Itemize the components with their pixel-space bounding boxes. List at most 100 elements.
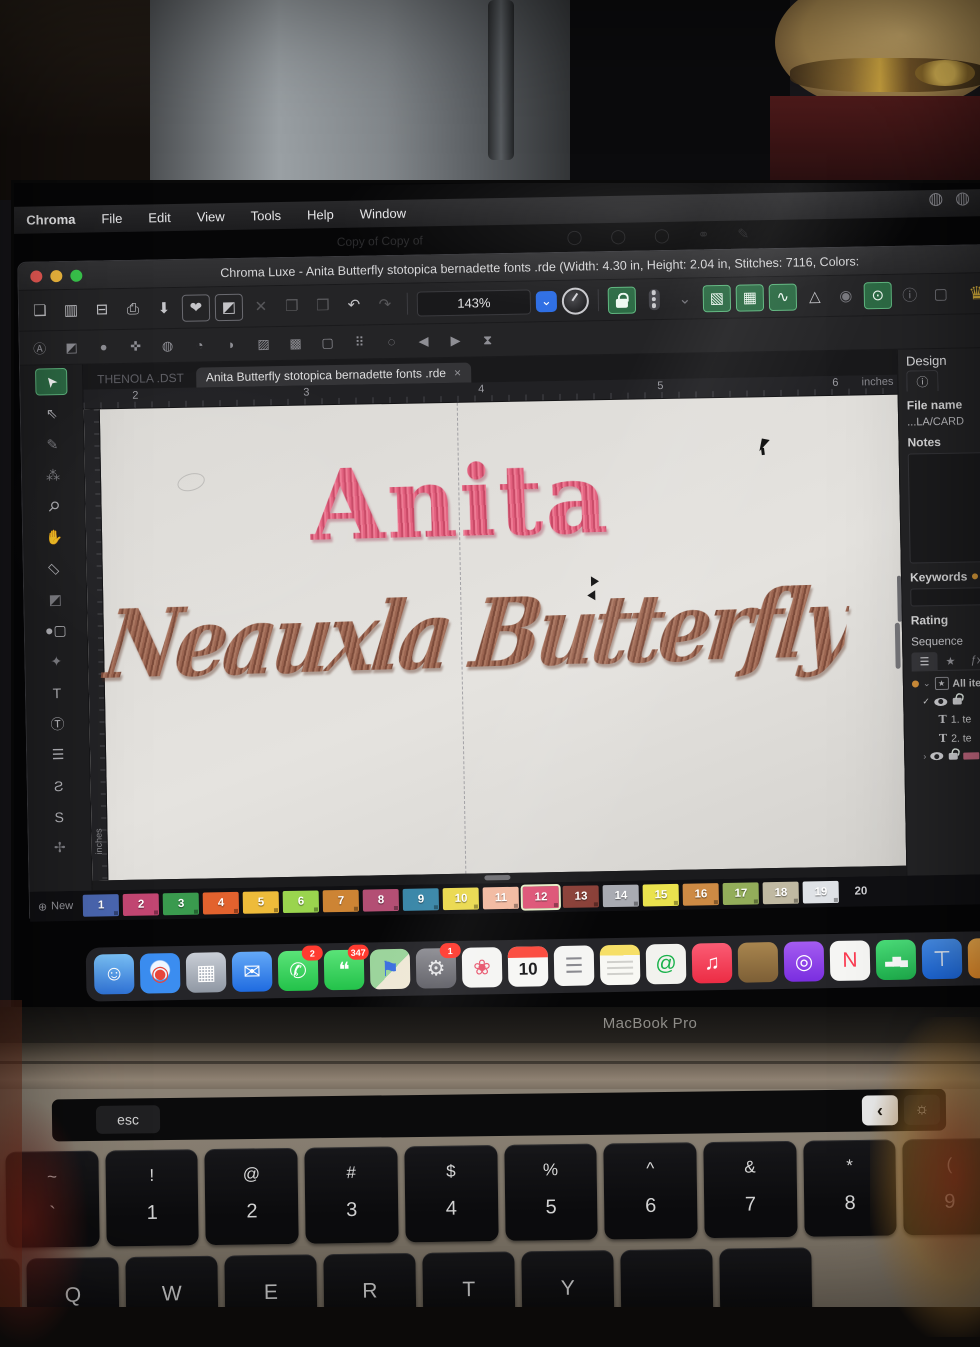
reminders-icon[interactable]: ☰ [553,945,595,987]
move-tool-icon[interactable]: ✢ [45,835,75,861]
palette-swatch[interactable]: 9 [402,888,440,911]
embroidery-text-neauxla-butterfly[interactable]: Neauxla Butterfly [98,566,854,700]
photos-icon[interactable]: ❀ [461,947,503,988]
chevron-down-icon[interactable]: ⌄ [923,678,931,689]
app-menu-chroma[interactable]: Chroma [26,212,75,228]
launchpad-icon[interactable]: ▦ [185,952,227,993]
palette-swatch[interactable]: 13 [562,885,600,908]
calendar-icon[interactable]: 10 [507,946,549,987]
image-tool-icon[interactable]: ◩ [40,587,70,613]
palette-swatch[interactable]: 7 [322,889,360,913]
zoom-level-field[interactable]: 143% [416,288,532,317]
horizontal-scrollbar-thumb[interactable] [484,874,511,881]
view-grid-icon[interactable]: ▦ [735,283,765,312]
satin-stitch-icon[interactable]: S [44,804,74,830]
monogram-letter-icon[interactable]: Ⓐ [27,335,51,360]
compress-icon[interactable]: ⧗ [475,327,499,352]
notes-field[interactable] [907,452,980,564]
menu-item[interactable]: View [197,209,225,225]
palette-swatch[interactable]: 17 [722,882,760,906]
undo-icon[interactable]: ↶ [341,292,367,317]
design-info-icon[interactable]: ⓘ [897,282,923,307]
visibility-eye-icon[interactable] [930,751,944,761]
open-folder-icon[interactable]: ▥ [58,297,84,322]
settings-icon[interactable]: ⚙ 1 [415,942,461,989]
ring-fill-icon[interactable]: ◍ [155,333,179,358]
sequence-fx-tab[interactable]: ƒx [963,651,980,669]
sequence-list-tab[interactable]: ☰ [911,652,938,671]
monogram-tool-icon[interactable]: Ⓣ [42,711,72,737]
step-forward-icon[interactable]: ▶ [443,328,467,353]
palette-swatch[interactable]: 14 [602,884,640,908]
fill-hatch-icon[interactable]: ▨ [251,331,275,356]
delete-icon[interactable]: ✕ [248,294,274,319]
text-tool-icon[interactable]: T [42,680,72,706]
embroidery-text-anita[interactable]: Anita [308,441,611,563]
safari-icon[interactable]: ◉ [139,952,181,994]
step-back-icon[interactable]: ◀ [411,328,435,353]
new-color-button[interactable]: ⊕ New [38,899,73,913]
facetime-icon[interactable]: ✆ 2 [277,945,323,992]
vertical-scrollbar-thumb[interactable] [894,622,901,669]
palette-swatch[interactable]: 18 [762,881,800,905]
view-outline-icon[interactable]: △ [802,283,828,308]
zoom-window-button[interactable] [70,269,83,282]
sequence-text-item[interactable]: T 1. te [912,712,980,727]
sequence-group-row[interactable]: › [913,750,980,762]
paste-icon[interactable]: ❒ [310,293,336,318]
panel-scrollbar-thumb[interactable] [896,575,902,622]
fill-half-icon[interactable]: ◗ [219,332,243,357]
multi-select-tool-icon[interactable]: ⁂ [38,463,68,489]
visibility-eye-icon[interactable] [933,697,947,706]
fill-crosshatch-icon[interactable]: ▩ [283,331,307,356]
photo-icon[interactable]: ◩ [59,335,83,360]
save-icon[interactable]: ⊟ [89,297,115,322]
pattern-dotted-circle-icon[interactable]: ◌ [379,329,403,354]
close-window-button[interactable] [30,269,43,283]
maps-icon[interactable]: ⚑ [369,948,411,990]
status-spiral-icon[interactable]: ◍ [928,189,943,209]
draw-tool-icon[interactable]: ✎ [37,432,67,458]
palette-swatch[interactable]: 6 [282,890,320,914]
print-icon[interactable]: ⎙ [120,296,146,321]
document-tab[interactable]: THENOLA .DST [87,368,194,390]
menu-item[interactable]: Edit [148,210,171,225]
palette-swatch[interactable]: 4 [202,891,240,915]
menu-item[interactable]: Tools [251,208,282,224]
palette-swatch[interactable]: 5 [242,891,280,914]
palette-swatch[interactable]: 11 [482,886,520,910]
speed-gauge-icon[interactable] [561,286,590,315]
fill-quarter-icon[interactable]: ◔ [187,332,211,357]
shapes-tool-icon[interactable]: ●▢ [41,618,71,644]
news-icon[interactable]: N [829,940,871,982]
copy-icon[interactable]: ❐ [279,293,305,318]
mail-icon[interactable]: ✉ [231,951,273,993]
palette-swatch[interactable]: 19 [802,880,840,904]
palette-swatch[interactable]: 1 [82,894,120,917]
pages-icon[interactable]: ✎ [967,937,980,979]
simulate-stitchout-icon[interactable] [641,286,667,311]
checkmark-icon[interactable]: ✓ [922,696,930,707]
palette-swatch[interactable]: 20 [843,880,879,903]
selection-handles[interactable] [587,576,603,602]
node-edit-tool-icon[interactable]: ⇖ [37,401,67,427]
palette-swatch[interactable]: 10 [442,887,480,911]
info-tab[interactable]: ⓘ [906,369,939,392]
center-design-icon[interactable]: ✜ [123,333,147,358]
new-document-icon[interactable]: ❏ [27,298,53,323]
stitch-list-icon[interactable]: ☰ [43,742,73,768]
measure-tool-icon[interactable]: ▭ [39,556,69,582]
shape-circle-icon[interactable]: ● [91,334,115,359]
palette-swatch[interactable]: 2 [122,893,160,917]
status-spiral-icon[interactable]: ◍ [955,188,970,208]
sequence-star-tab[interactable]: ★ [937,652,963,670]
chroma-app-icon[interactable]: @ [645,943,687,985]
view-stitch-points-icon[interactable]: ∿ [768,283,798,311]
zoom-dropdown-button[interactable]: ⌄ [535,290,558,312]
insert-image-icon[interactable]: ◩ [214,293,244,321]
chevron-right-icon[interactable]: › [923,751,926,761]
minimize-window-button[interactable] [50,269,63,282]
menu-item[interactable]: Window [360,206,407,222]
messages-icon[interactable]: ❝ 347 [323,944,369,991]
sequence-text-item[interactable]: T 2. te [913,731,980,746]
